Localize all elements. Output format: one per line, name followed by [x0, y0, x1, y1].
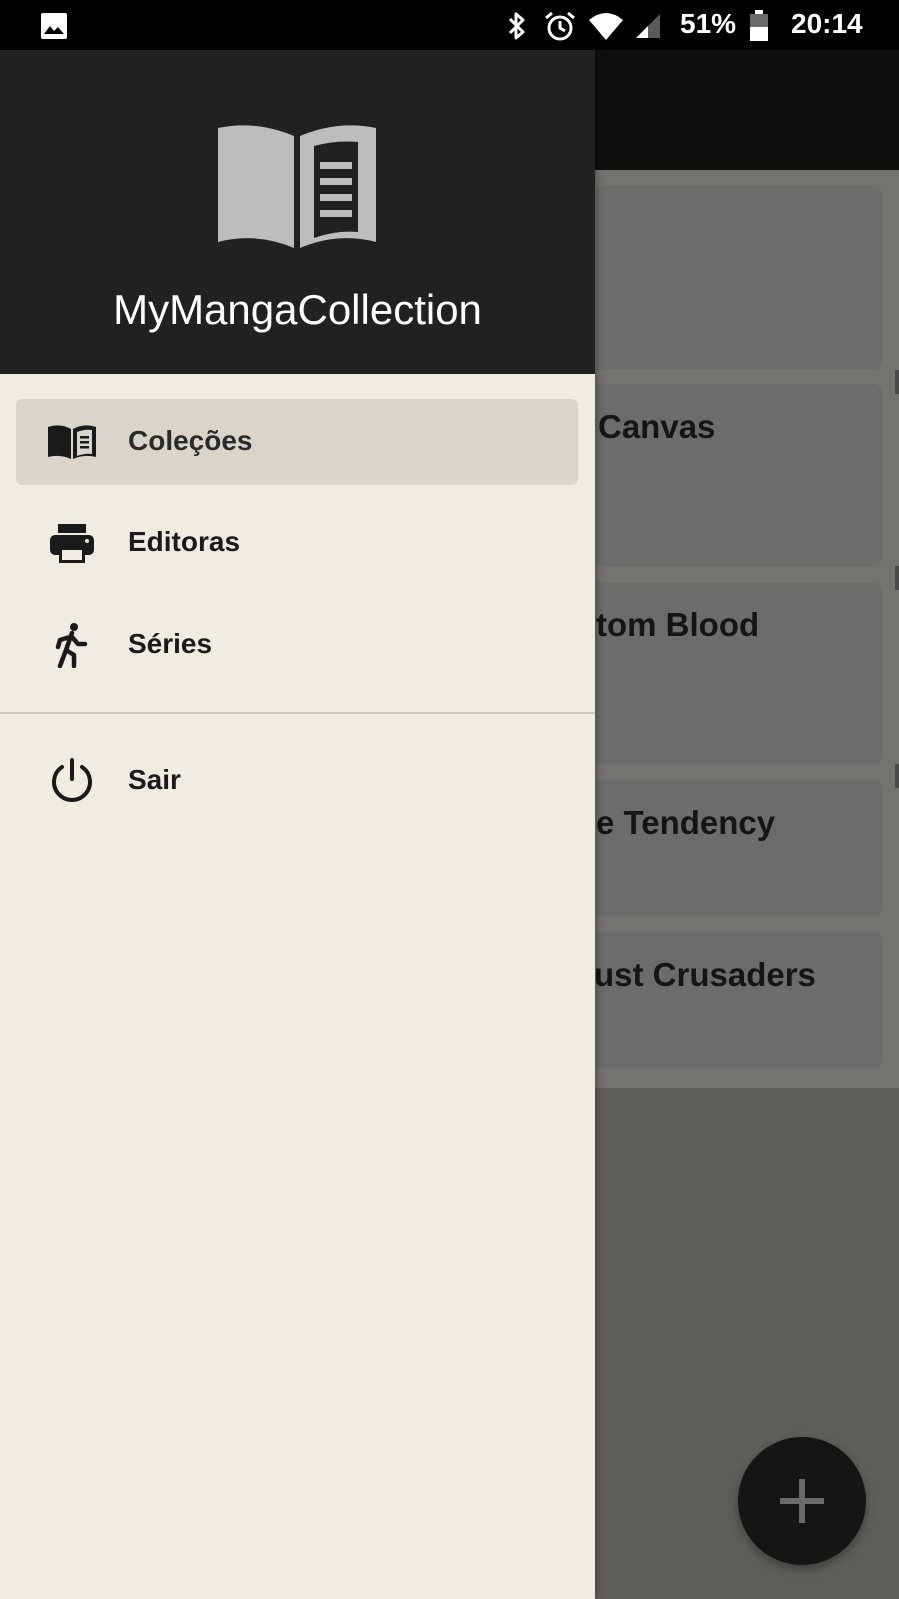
list-card: Canvas — [560, 384, 882, 566]
book-icon — [48, 425, 96, 459]
list-card — [560, 186, 882, 370]
card-title: Canvas — [598, 408, 716, 445]
bluetooth-icon — [508, 12, 525, 40]
plus-icon — [780, 1479, 824, 1523]
menu-item-label: Séries — [128, 628, 213, 659]
menu-item-label: Editoras — [128, 526, 241, 557]
add-button[interactable] — [738, 1437, 866, 1565]
menu-item-editoras[interactable]: Editoras — [16, 500, 578, 586]
card-title: ust Crusaders — [594, 956, 816, 993]
image-icon — [41, 13, 67, 39]
running-person-icon — [55, 623, 88, 668]
divider — [0, 712, 595, 714]
card-title: e Tendency — [596, 804, 776, 841]
list-card: e Tendency — [560, 780, 882, 916]
menu-item-sair[interactable]: Sair — [16, 738, 578, 824]
menu-item-label: Coleções — [128, 425, 253, 456]
menu-item-colecoes[interactable]: Coleções — [16, 399, 578, 485]
clock: 20:14 — [791, 8, 863, 39]
list-card: ust Crusaders — [560, 932, 882, 1068]
open-book-icon — [218, 125, 376, 248]
scrollbar — [895, 764, 899, 788]
power-icon — [52, 758, 92, 802]
cell-signal-icon — [636, 14, 660, 38]
battery-percentage: 51% — [680, 8, 737, 39]
menu-item-series[interactable]: Séries — [16, 602, 578, 688]
scrollbar — [895, 566, 899, 590]
menu-item-label: Sair — [128, 764, 181, 795]
printer-icon — [50, 524, 94, 563]
wifi-icon — [589, 13, 623, 40]
list-card: tom Blood — [560, 582, 882, 764]
alarm-icon — [545, 11, 575, 41]
scrollbar — [895, 370, 899, 394]
app-title: MyMangaCollection — [113, 286, 482, 333]
card-title: tom Blood — [596, 606, 760, 643]
battery-icon — [750, 10, 768, 41]
navigation-drawer: MyMangaCollection Coleções Editoras Séri… — [0, 50, 595, 1599]
drawer-header: MyMangaCollection — [0, 50, 595, 374]
status-bar: 51% 20:14 — [0, 0, 899, 50]
